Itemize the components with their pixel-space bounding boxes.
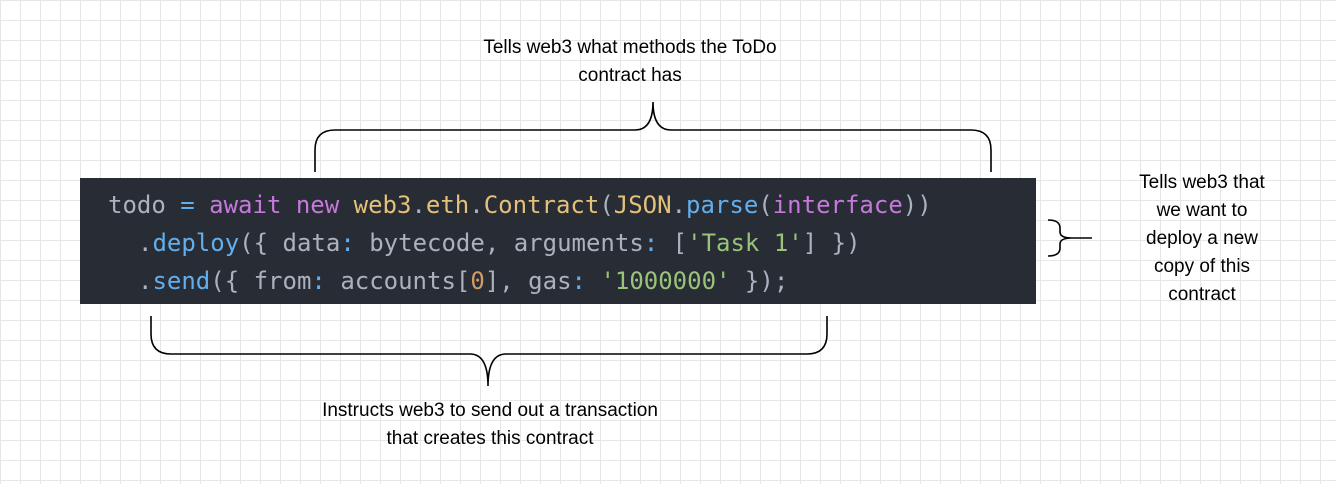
code-token: deploy xyxy=(152,229,240,257)
code-line-deploy: .deploy({ data: bytecode, arguments: ['T… xyxy=(80,224,861,262)
code-token: , xyxy=(484,229,514,257)
code-token: arguments xyxy=(513,229,644,257)
code-token: . xyxy=(138,267,153,295)
code-line-send: .send({ from: accounts[0], gas: '1000000… xyxy=(80,262,788,300)
code-token: }); xyxy=(730,267,789,295)
code-token: : xyxy=(571,267,601,295)
code-token: web3 xyxy=(353,191,412,219)
code-token: . xyxy=(411,191,426,219)
code-token: ] }) xyxy=(802,229,861,257)
code-token: data xyxy=(282,229,341,257)
annotation-contract-interface: Tells web3 what methods the ToDo contrac… xyxy=(483,37,777,86)
code-token: new xyxy=(295,191,354,219)
code-token: await xyxy=(209,191,296,219)
code-token: JSON xyxy=(613,191,672,219)
code-token: : xyxy=(340,229,370,257)
code-token: send xyxy=(152,267,211,295)
code-token: [ xyxy=(455,267,471,295)
top-brace xyxy=(314,101,992,172)
code-token: interface xyxy=(772,191,903,219)
code-token: gas xyxy=(528,267,572,295)
code-block: todo = await new web3.eth.Contract(JSON.… xyxy=(80,178,1036,304)
bottom-brace xyxy=(150,316,828,387)
code-token: from xyxy=(253,267,312,295)
code-token: todo xyxy=(108,191,181,219)
code-token: ( xyxy=(758,191,773,219)
code-token: ({ xyxy=(239,229,283,257)
code-token: accounts xyxy=(340,267,456,295)
annotation-send: Instructs web3 to send out a transaction… xyxy=(322,400,658,449)
code-token: [ xyxy=(672,229,688,257)
code-token: . xyxy=(671,191,687,219)
code-token: )) xyxy=(902,191,932,219)
code-token: 0 xyxy=(470,267,485,295)
code-token: ({ xyxy=(210,267,254,295)
code-line-contract: todo = await new web3.eth.Contract(JSON.… xyxy=(80,186,932,224)
code-token: bytecode xyxy=(369,229,485,257)
code-token: 'Task 1' xyxy=(687,229,803,257)
code-token: : xyxy=(643,229,673,257)
code-token: . xyxy=(138,229,153,257)
code-token: '1000000' xyxy=(600,267,731,295)
right-brace xyxy=(1047,219,1092,257)
code-token: Contract xyxy=(483,191,600,219)
code-token: : xyxy=(311,267,341,295)
code-token: ], xyxy=(484,267,529,295)
code-token: eth xyxy=(425,191,470,219)
code-token: . xyxy=(469,191,484,219)
code-token: parse xyxy=(686,191,759,219)
code-token: ( xyxy=(599,191,614,219)
annotation-deploy: Tells web3 that we want to deploy a new … xyxy=(1139,172,1265,305)
code-token: = xyxy=(180,191,210,219)
